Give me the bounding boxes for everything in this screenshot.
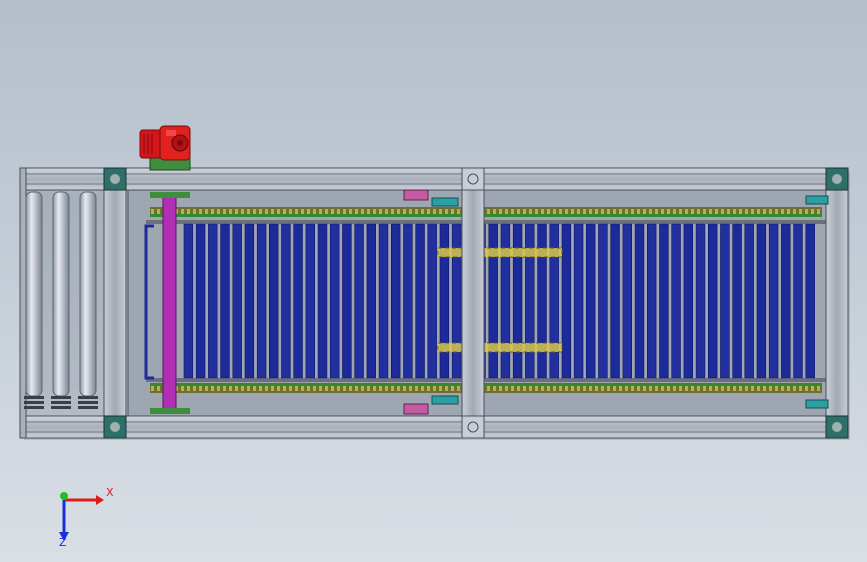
yellow-link-blocks-top: [437, 247, 563, 258]
top-rail: [19, 167, 849, 191]
roller-group: [24, 191, 98, 409]
conveyor-assembly-model[interactable]: [0, 0, 867, 562]
belt-slat: [195, 223, 206, 379]
roller-foot-ring: [24, 401, 44, 404]
belt-slat: [305, 223, 315, 379]
belt-slat: [585, 223, 596, 379]
bottom-rail: [19, 415, 849, 439]
belt-slat: [354, 223, 364, 379]
belt-slat: [598, 223, 608, 379]
corner-bracket-top-left: [103, 167, 127, 191]
left-post: [103, 167, 127, 439]
right-post: [825, 167, 849, 439]
belt-slat: [756, 223, 767, 379]
roller-foot-ring: [51, 401, 71, 404]
belt-slat: [646, 223, 657, 379]
drive-shaft-hub-top: [150, 192, 190, 198]
support-roller: [25, 191, 43, 397]
roller-foot-ring: [51, 406, 71, 409]
roller-foot-ring: [51, 396, 71, 399]
belt-slat: [281, 223, 291, 379]
belt-slat: [208, 223, 218, 379]
belt-slat: [500, 223, 511, 379]
belt-slat: [488, 223, 498, 379]
belt-slat: [805, 223, 815, 379]
belt-slat: [525, 223, 535, 379]
belt-top-edge: [146, 220, 826, 224]
belt-slat: [512, 223, 523, 379]
roller-foot-ring: [24, 406, 44, 409]
bearing-block-bottom-right: [805, 399, 829, 409]
drive-shaft: [162, 195, 177, 413]
belt-slat: [268, 223, 279, 379]
belt-slat: [732, 223, 742, 379]
lower-chain: [150, 383, 822, 393]
belt-slat: [378, 223, 389, 379]
corner-bracket-bottom-right: [825, 415, 849, 439]
belt-slat: [451, 223, 462, 379]
belt-slat: [183, 223, 194, 379]
roller-foot-ring: [78, 401, 98, 404]
axis-triad: X Y Z: [59, 486, 114, 548]
support-roller: [52, 191, 70, 397]
belt-slat: [232, 223, 242, 379]
belt-slat: [439, 223, 450, 379]
upper-chain: [150, 207, 822, 217]
belt-slat: [781, 223, 791, 379]
belt-slat: [573, 223, 584, 379]
gear-motor[interactable]: [139, 125, 191, 171]
belt-slat: [793, 223, 803, 379]
belt-slat: [695, 223, 706, 379]
belt-slat: [317, 223, 328, 379]
belt-slat: [403, 223, 413, 379]
roller-foot-ring: [24, 396, 44, 399]
belt-slat: [561, 223, 572, 379]
belt-slat: [244, 223, 255, 379]
belt-slat: [683, 223, 694, 379]
middle-joint-top: [461, 167, 485, 191]
middle-post: [461, 167, 485, 439]
roller-foot-ring: [78, 396, 98, 399]
corner-bracket-top-right: [825, 167, 849, 191]
belt-slat: [622, 223, 633, 379]
belt-slat: [220, 223, 230, 379]
drive-shaft-hub-bottom: [150, 408, 190, 414]
graphics-viewport[interactable]: X Y Z: [0, 0, 867, 562]
support-roller: [79, 191, 97, 397]
corner-bracket-bottom-left: [103, 415, 127, 439]
belt-slat: [537, 223, 547, 379]
belt-slat: [549, 223, 559, 379]
belt-slat: [720, 223, 730, 379]
belt-slat: [768, 223, 779, 379]
belt-bottom-edge: [146, 378, 826, 382]
middle-joint-bottom: [461, 415, 485, 439]
belt-slat: [415, 223, 425, 379]
yellow-link-blocks-bottom: [437, 342, 563, 353]
belt-slat: [390, 223, 401, 379]
belt-slat: [329, 223, 340, 379]
axis-x-label: X: [106, 486, 114, 499]
belt-slat: [366, 223, 376, 379]
axis-z-label: Z: [59, 536, 67, 548]
bearing-block-top-right: [805, 195, 829, 205]
belt-slat: [659, 223, 669, 379]
belt-slat: [671, 223, 681, 379]
belt-slat: [427, 223, 437, 379]
belt-slat: [634, 223, 645, 379]
belt-slat: [707, 223, 718, 379]
belt-slat: [342, 223, 352, 379]
roller-foot-ring: [78, 406, 98, 409]
belt-slat: [610, 223, 620, 379]
belt-slat: [256, 223, 267, 379]
belt-slat: [293, 223, 303, 379]
belt-slat: [744, 223, 754, 379]
